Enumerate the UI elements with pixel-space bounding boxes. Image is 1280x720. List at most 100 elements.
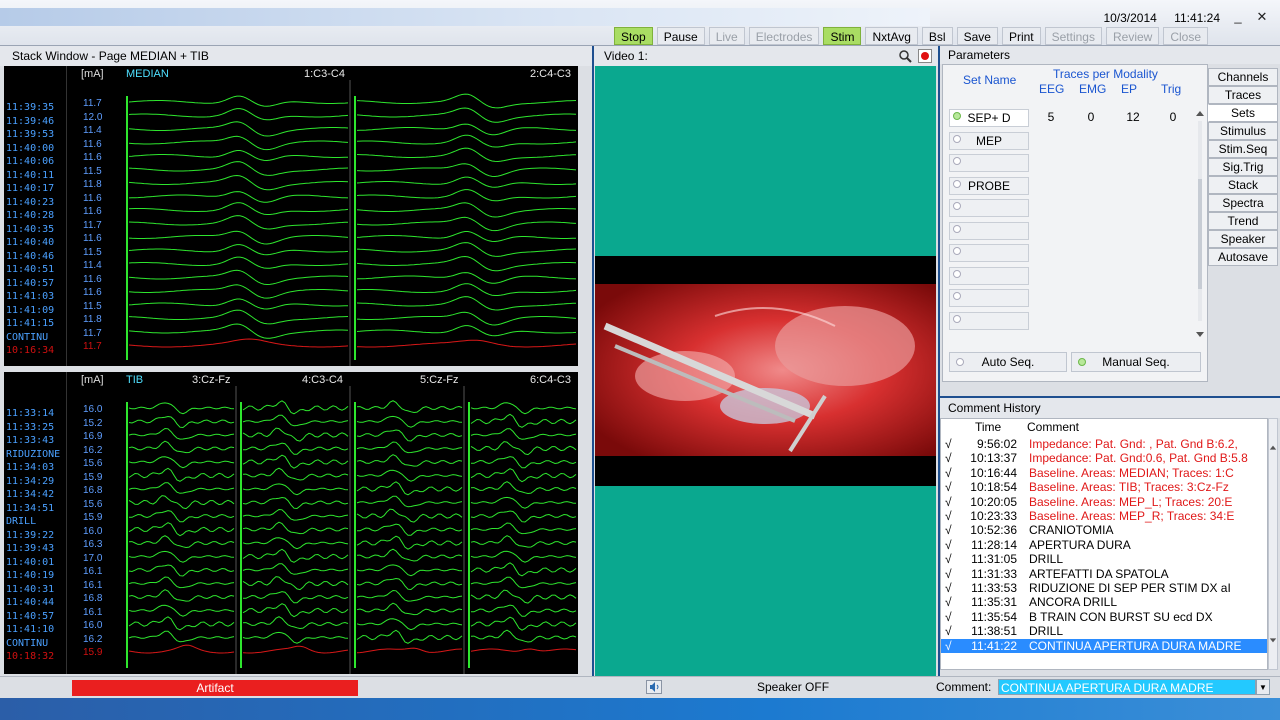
check-icon[interactable]: √ xyxy=(945,451,957,465)
comment-row[interactable]: √ 10:13:37 Impedance: Pat. Gnd:0.6, Pat. G… xyxy=(941,451,1267,465)
unit-label: [mA] xyxy=(81,374,104,386)
comment-row[interactable]: √ 11:31:05 DRILL xyxy=(941,552,1267,566)
evoked-trace xyxy=(470,589,577,604)
check-icon[interactable]: √ xyxy=(945,624,957,638)
check-icon[interactable]: √ xyxy=(945,523,957,537)
comment-row[interactable]: √ 11:35:31 ANCORA DRILL xyxy=(941,595,1267,609)
close-button[interactable]: Close xyxy=(1163,27,1209,45)
set-row[interactable] xyxy=(949,289,1029,307)
tab-stim-seq[interactable]: Stim.Seq xyxy=(1208,140,1278,158)
comment-row[interactable]: √ 10:52:36 CRANIOTOMIA xyxy=(941,523,1267,537)
comment-row[interactable]: √ 11:38:51 DRILL xyxy=(941,624,1267,638)
comment-row[interactable]: √ 10:20:05 Baseline. Areas: MEP_L; Traces:… xyxy=(941,495,1267,509)
comment-text: APERTURA DURA xyxy=(1029,537,1131,552)
comment-row[interactable]: √ 11:35:54 B TRAIN CON BURST SU ecd DX xyxy=(941,610,1267,624)
comment-row[interactable]: √ 11:31:33 ARTEFATTI DA SPATOLA xyxy=(941,567,1267,581)
tab-traces[interactable]: Traces xyxy=(1208,86,1278,104)
nxtavg-button[interactable]: NxtAvg xyxy=(865,27,918,45)
stack-panel-tib[interactable]: 11:33:14 11:33:25 11:33:43 RIDUZIONE 11:34:0… xyxy=(4,372,578,674)
set-row[interactable] xyxy=(949,244,1029,262)
check-icon[interactable]: √ xyxy=(945,567,957,581)
chevron-down-icon[interactable]: ▼ xyxy=(1256,679,1270,695)
check-icon[interactable]: √ xyxy=(945,509,957,523)
speaker-icon[interactable] xyxy=(646,680,662,694)
set-row[interactable]: MEP xyxy=(949,131,1029,150)
record-icon[interactable] xyxy=(918,49,932,63)
current-value: 16.3 xyxy=(83,539,103,550)
zoom-icon[interactable] xyxy=(898,49,912,63)
timestamp-row: 11:34:51 xyxy=(6,502,55,514)
comment-column-header[interactable]: Comment xyxy=(1027,420,1079,434)
comment-row[interactable]: √ 11:41:22 CONTINUA APERTURA DURA MADRE xyxy=(941,638,1267,653)
timestamp-row: 11:40:17 xyxy=(6,183,55,194)
tab-speaker[interactable]: Speaker xyxy=(1208,230,1278,248)
history-scrollbar[interactable] xyxy=(1268,418,1278,670)
settings-button[interactable]: Settings xyxy=(1044,27,1102,45)
evoked-trace xyxy=(128,440,235,454)
comment-input[interactable]: CONTINUA APERTURA DURA MADRE xyxy=(998,679,1256,695)
comment-history-list[interactable]: Time Comment √ 9:56:02 Impedance: Pat. Gnd… xyxy=(940,418,1268,670)
time-column-header[interactable]: Time xyxy=(975,420,1001,434)
modality-header: EEG xyxy=(1039,82,1065,96)
tab-spectra[interactable]: Spectra xyxy=(1208,194,1278,212)
set-row[interactable] xyxy=(949,266,1029,285)
stim-button[interactable]: Stim xyxy=(823,27,862,45)
auto-seq-button[interactable]: Auto Seq. xyxy=(949,352,1067,372)
check-icon[interactable]: √ xyxy=(945,480,957,494)
current-value: 11.6 xyxy=(83,206,102,217)
electrodes-button[interactable]: Electrodes xyxy=(748,27,820,45)
bsl-button[interactable]: Bsl xyxy=(921,27,953,45)
evoked-trace xyxy=(356,589,463,602)
check-icon[interactable]: √ xyxy=(945,466,957,480)
timestamp-row: 11:33:25 xyxy=(6,421,55,433)
close-icon[interactable]: ✕ xyxy=(1252,8,1272,26)
check-icon[interactable]: √ xyxy=(945,581,957,595)
evoked-trace xyxy=(128,215,349,230)
evoked-trace xyxy=(243,442,349,455)
tab-trend[interactable]: Trend xyxy=(1208,212,1278,230)
set-row[interactable] xyxy=(949,311,1029,330)
check-icon[interactable]: √ xyxy=(945,639,957,653)
pause-button[interactable]: Pause xyxy=(656,27,705,45)
check-icon[interactable]: √ xyxy=(945,538,957,552)
comment-row[interactable]: √ 11:28:14 APERTURA DURA xyxy=(941,538,1267,552)
comment-row[interactable]: √ 9:56:02 Impedance: Pat. Gnd: , Pat. Gnd … xyxy=(941,437,1267,451)
print-button[interactable]: Print xyxy=(1001,27,1041,45)
minimize-icon[interactable]: _ xyxy=(1228,8,1248,26)
comment-time: 11:41:22 xyxy=(971,638,1017,653)
save-button[interactable]: Save xyxy=(956,27,998,45)
sets-scrollbar[interactable] xyxy=(1195,109,1205,339)
tab-autosave[interactable]: Autosave xyxy=(1208,248,1278,266)
set-row[interactable] xyxy=(949,154,1029,172)
tab-sets[interactable]: Sets xyxy=(1208,104,1278,122)
stack-panel-median[interactable]: 11:39:35 11:39:46 11:39:53 11:40:00 11:40:06… xyxy=(4,66,578,366)
tab-channels[interactable]: Channels xyxy=(1208,68,1278,86)
current-value: 16.0 xyxy=(83,620,103,631)
evoked-trace xyxy=(242,427,349,442)
comment-history-title: Comment History xyxy=(940,398,1280,418)
live-button[interactable]: Live xyxy=(708,27,745,45)
tab-sig-trig[interactable]: Sig.Trig xyxy=(1208,158,1278,176)
comment-time: 9:56:02 xyxy=(976,437,1017,451)
baseline-trace xyxy=(128,644,235,654)
set-row[interactable]: SEP+ D xyxy=(949,109,1029,127)
evoked-trace xyxy=(470,441,577,456)
stop-button[interactable]: Stop xyxy=(614,27,653,45)
comment-row[interactable]: √ 11:33:53 RIDUZIONE DI SEP PER STIM DX aI xyxy=(941,581,1267,595)
check-icon[interactable]: √ xyxy=(945,595,957,609)
manual-seq-button[interactable]: Manual Seq. xyxy=(1071,352,1201,372)
review-button[interactable]: Review xyxy=(1105,27,1160,45)
set-row[interactable]: PROBE xyxy=(949,176,1029,195)
video-title: Video 1: xyxy=(594,46,938,66)
tab-stack[interactable]: Stack xyxy=(1208,176,1278,194)
comment-row[interactable]: √ 10:23:33 Baseline. Areas: MEP_R; Traces:… xyxy=(941,509,1267,523)
set-row[interactable] xyxy=(949,221,1029,240)
comment-row[interactable]: √ 10:18:54 Baseline. Areas: TIB; Traces: 3… xyxy=(941,480,1267,494)
comment-row[interactable]: √ 10:16:44 Baseline. Areas: MEDIAN; Traces… xyxy=(941,466,1267,480)
set-row[interactable] xyxy=(949,199,1029,217)
check-icon[interactable]: √ xyxy=(945,437,957,451)
check-icon[interactable]: √ xyxy=(945,610,957,624)
check-icon[interactable]: √ xyxy=(945,552,957,566)
tab-stimulus[interactable]: Stimulus xyxy=(1208,122,1278,140)
check-icon[interactable]: √ xyxy=(945,495,957,509)
